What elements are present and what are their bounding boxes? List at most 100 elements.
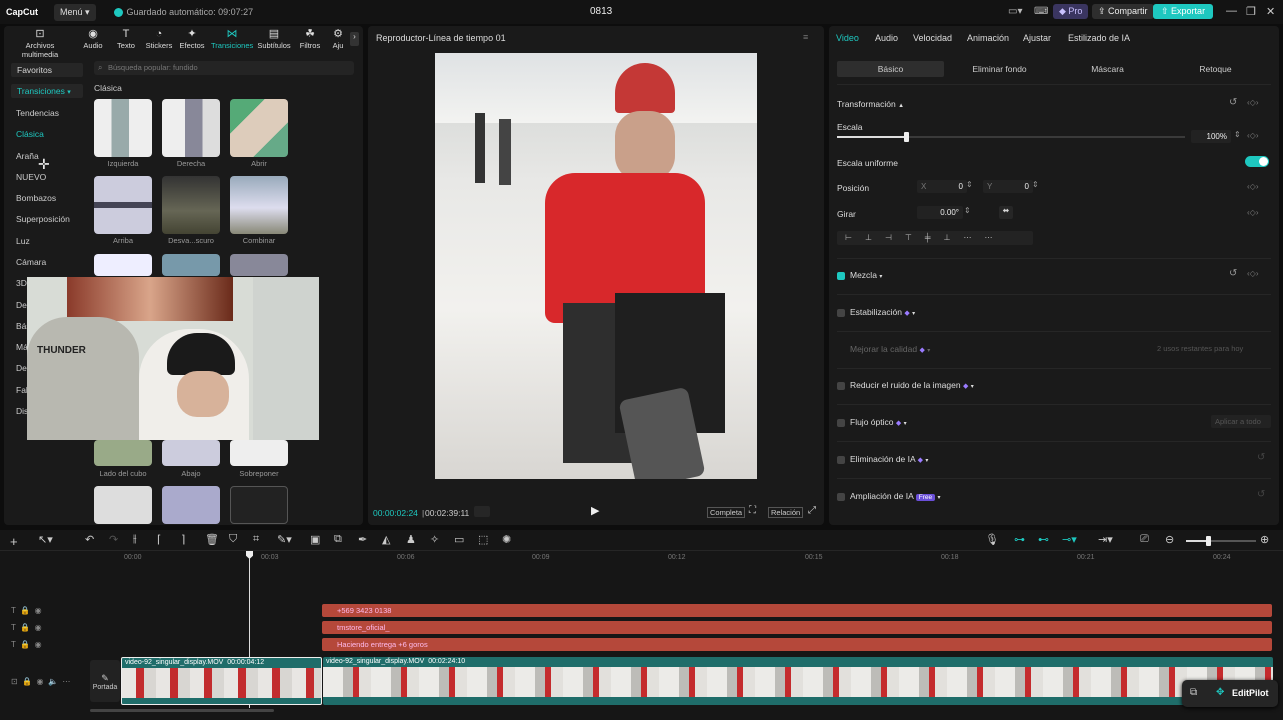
pro-button[interactable]: ◆ Pro	[1053, 4, 1089, 19]
reset-icon[interactable]: ↺	[1229, 97, 1237, 108]
link-main-track-icon[interactable]: ⊶	[1014, 533, 1025, 546]
cat-3d[interactable]: 3D	[16, 278, 27, 288]
keyframe-icon[interactable]: ‹◇›	[1247, 131, 1258, 140]
position-y-input[interactable]: Y0	[983, 180, 1033, 193]
cover-button[interactable]: ✎ Portada	[90, 660, 120, 702]
timeline-scrollbar[interactable]	[90, 709, 274, 712]
minimize-icon[interactable]: —	[1226, 5, 1237, 17]
pen-icon[interactable]: ✒	[358, 533, 367, 546]
trim-right-icon[interactable]: ⌉	[181, 533, 185, 546]
cat-spider[interactable]: Araña	[16, 151, 39, 161]
magnet-icon[interactable]: ⊷	[1038, 533, 1049, 546]
tab-media[interactable]: ⊡ Archivos multimedia	[7, 28, 73, 59]
wand-icon[interactable]: ✧	[430, 533, 439, 546]
stabilize-checkbox[interactable]	[837, 308, 845, 317]
close-icon[interactable]: ✕	[1266, 5, 1275, 18]
link-icon[interactable]: ⊸▾	[1062, 533, 1077, 546]
scale-value[interactable]: 100%	[1191, 130, 1231, 143]
cat-new[interactable]: NUEVO	[16, 172, 46, 182]
tab-effects[interactable]: ✦ Efectos	[178, 28, 206, 50]
ai-removal-checkbox[interactable]	[837, 455, 845, 464]
tabs-scroll-right-icon[interactable]: ›	[350, 32, 359, 46]
split-scene-icon[interactable]: ⧉	[334, 533, 342, 546]
keyframe-icon[interactable]: ‹◇›	[1247, 208, 1258, 217]
tab-animation[interactable]: Animación	[967, 33, 1009, 43]
trim-left-icon[interactable]: ⌈	[157, 533, 161, 546]
tab-filters[interactable]: ☘ Filtros	[298, 28, 322, 50]
transition-thumb-overlap[interactable]	[230, 440, 288, 466]
tab-ai-style[interactable]: Estilizado de IA	[1068, 33, 1130, 43]
tab-subtitles[interactable]: ▤ Subtítulos	[257, 28, 291, 50]
maximize-icon[interactable]: ❐	[1246, 5, 1256, 18]
full-quality-button[interactable]: Completa	[707, 507, 746, 518]
tab-video[interactable]: Video	[836, 33, 859, 43]
transition-thumb[interactable]	[162, 486, 220, 524]
caption-icon[interactable]: ▣	[310, 533, 320, 546]
resize-icon[interactable]: ▭	[454, 533, 464, 546]
transition-thumb[interactable]	[230, 486, 288, 524]
subtab-basic[interactable]: Básico	[837, 61, 944, 77]
cat-camera[interactable]: Cámara	[16, 257, 46, 267]
cat-bombs[interactable]: Bombazos	[16, 193, 56, 203]
crop-icon[interactable]: ⌗	[253, 533, 259, 546]
transition-thumb-cube[interactable]	[94, 440, 152, 466]
video-clip[interactable]: video-92_singular_display.MOV 00:02:24:1…	[323, 657, 1273, 705]
optical-flow-checkbox[interactable]	[837, 418, 845, 427]
apply-all-button[interactable]: Aplicar a todo	[1211, 415, 1271, 428]
layout-icon[interactable]: ▭▾	[1008, 6, 1022, 17]
add-track-icon[interactable]: +	[10, 534, 18, 549]
shield-icon[interactable]: ⛉	[229, 533, 237, 546]
transition-thumb-combine[interactable]	[230, 176, 288, 234]
magic-edit-icon[interactable]: ✎▾	[277, 533, 292, 546]
stepper-icon[interactable]: ⇕	[966, 180, 973, 189]
transform-header[interactable]: Transformación ▲	[837, 99, 904, 109]
frame-icon[interactable]: ⬚	[478, 533, 488, 546]
noise-reduction-section[interactable]: Reducir el ruido de la imagen ◆ ▾	[837, 380, 974, 390]
subtab-remove-bg[interactable]: Eliminar fondo	[946, 61, 1053, 77]
tab-stickers[interactable]: ◔ Stickers	[145, 28, 173, 50]
transition-thumb-up[interactable]	[94, 176, 152, 234]
stepper-icon[interactable]: ⇕	[964, 206, 971, 215]
play-icon[interactable]: ▶	[591, 504, 599, 517]
microphone-icon[interactable]: 🎙	[985, 533, 999, 546]
select-tool-icon[interactable]: ↖▾	[38, 533, 53, 546]
text-track-controls[interactable]: T 🔒 ◉	[11, 640, 42, 649]
tab-speed[interactable]: Velocidad	[913, 33, 952, 43]
fullscreen-icon[interactable]: ⤢	[808, 505, 816, 516]
shortcuts-icon[interactable]: ⌨	[1034, 6, 1048, 17]
transition-thumb-fade-dark[interactable]	[162, 176, 220, 234]
align-toolbar[interactable]: ⊢⊥⊣⊤╪⊥⋯⋯	[837, 231, 1033, 245]
transition-thumb[interactable]	[230, 254, 288, 276]
timecode-toggle[interactable]	[474, 506, 490, 517]
video-preview[interactable]	[435, 53, 757, 479]
transitions-category[interactable]: Transiciones ▾	[11, 84, 83, 98]
text-track-controls[interactable]: T 🔒 ◉	[11, 623, 42, 632]
mirror-icon[interactable]: ◭	[382, 533, 390, 546]
project-title[interactable]: 0813	[590, 6, 612, 17]
subtab-retouch[interactable]: Retoque	[1162, 61, 1269, 77]
transition-thumb-left[interactable]	[94, 99, 152, 157]
cat-de2[interactable]: De	[16, 363, 27, 373]
cat-trending[interactable]: Tendencias	[16, 108, 59, 118]
cat-light[interactable]: Luz	[16, 236, 30, 246]
uniform-scale-toggle[interactable]	[1245, 156, 1269, 167]
position-x-input[interactable]: X0	[917, 180, 967, 193]
ai-effects-icon[interactable]: ✺	[502, 533, 511, 546]
split-icon[interactable]: ⫲	[133, 533, 137, 546]
transition-thumb-open[interactable]	[230, 99, 288, 157]
text-clip[interactable]: Haciendo entrega +6 goros	[322, 638, 1272, 651]
ai-removal-section[interactable]: Eliminación de IA ◆ ▾	[837, 454, 928, 464]
transition-thumb[interactable]	[162, 254, 220, 276]
keyframe-icon[interactable]: ‹◇›	[1247, 98, 1258, 107]
zoom-slider-handle[interactable]	[1206, 536, 1211, 546]
keyframe-icon[interactable]: ‹◇›	[1247, 182, 1258, 191]
ratio-button[interactable]: Relación	[768, 507, 804, 518]
ai-expand-checkbox[interactable]	[837, 492, 845, 501]
stepper-icon[interactable]: ⇕	[1234, 130, 1241, 139]
undo-icon[interactable]: ↶	[85, 533, 94, 546]
favorites-item[interactable]: Favoritos	[11, 63, 83, 77]
stabilize-section[interactable]: Estabilización ◆ ▾	[837, 307, 915, 317]
person-cutout-icon[interactable]: ♟	[406, 533, 416, 546]
text-track-controls[interactable]: T 🔒 ◉	[11, 606, 42, 615]
reset-icon[interactable]: ↺	[1229, 268, 1237, 279]
